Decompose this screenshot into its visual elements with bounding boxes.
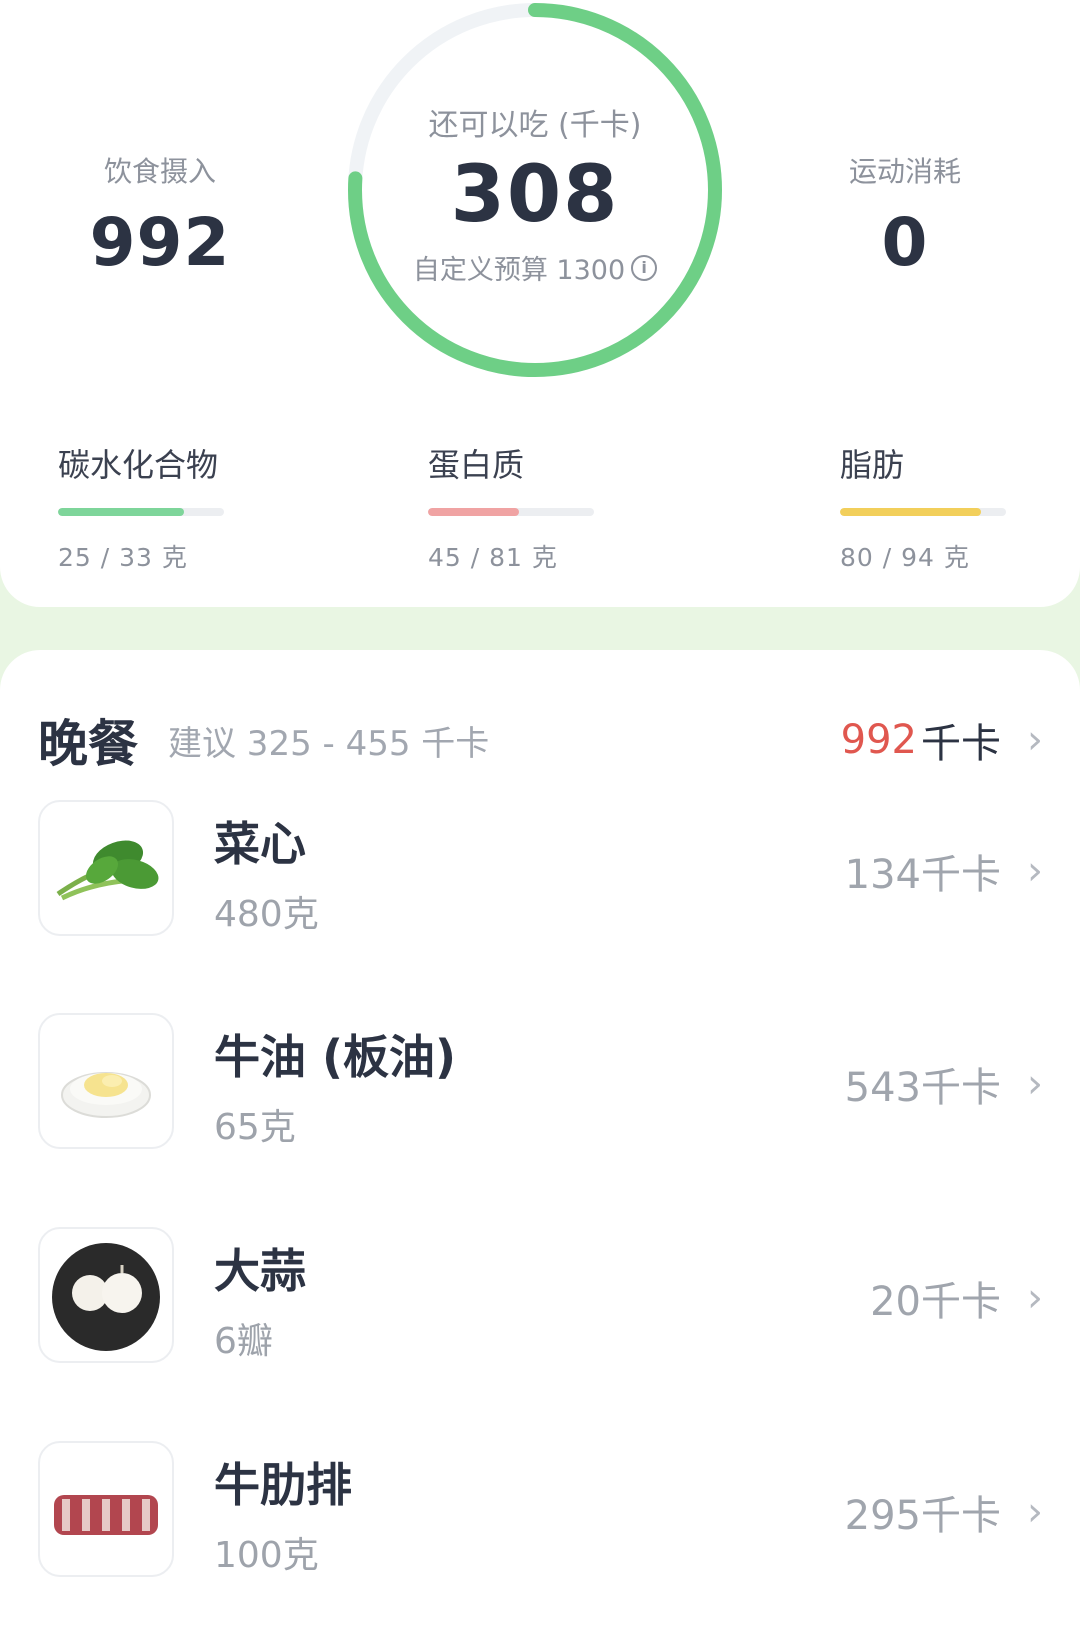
food-calories-value: 134千卡 xyxy=(844,852,1001,898)
food-quantity: 65克 xyxy=(214,1107,296,1148)
macro-name: 蛋白质 xyxy=(428,446,525,484)
macro-amount: 25 / 33 克 xyxy=(58,543,188,572)
macro-progress-bar xyxy=(58,508,224,516)
meal-total-unit: 千卡 xyxy=(921,721,1001,767)
food-quantity: 100克 xyxy=(214,1535,319,1576)
food-calories-value: 295千卡 xyxy=(844,1493,1001,1539)
budget-row[interactable]: 自定义预算 1300 i xyxy=(335,248,735,287)
food-name: 大蒜 xyxy=(214,1244,306,1298)
intake-stat[interactable]: 饮食摄入 992 xyxy=(60,150,260,281)
macro-name: 碳水化合物 xyxy=(58,446,219,484)
chevron-right-icon: › xyxy=(1027,1061,1043,1107)
meal-suggestion: 建议 325 - 455 千卡 xyxy=(168,723,490,764)
intake-label: 饮食摄入 xyxy=(103,155,216,188)
food-quantity: 6瓣 xyxy=(214,1321,273,1362)
food-item[interactable]: 菜心 480克 134千卡 › xyxy=(38,800,1043,936)
chevron-right-icon: › xyxy=(1027,1275,1043,1321)
food-calories[interactable]: 295千卡 › xyxy=(845,1483,1043,1541)
meal-total-value: 992 xyxy=(840,717,917,763)
meal-total[interactable]: 992 千卡 › xyxy=(841,711,1043,769)
chevron-right-icon: › xyxy=(1027,717,1043,763)
macro-protein: 蛋白质 45 / 81 克 xyxy=(428,440,628,574)
macro-fat: 脂肪 80 / 94 克 xyxy=(840,440,1040,574)
food-item[interactable]: 牛肋排 100克 295千卡 › xyxy=(38,1441,1043,1577)
burn-label: 运动消耗 xyxy=(848,155,961,188)
macro-progress-bar xyxy=(428,508,594,516)
macro-name: 脂肪 xyxy=(840,446,905,484)
food-calories-value: 543千卡 xyxy=(844,1065,1001,1111)
food-item[interactable]: 大蒜 6瓣 20千卡 › xyxy=(38,1227,1043,1363)
food-calories[interactable]: 20千卡 › xyxy=(870,1269,1043,1327)
intake-value: 992 xyxy=(89,204,231,281)
food-quantity: 480克 xyxy=(214,894,319,935)
macro-amount: 45 / 81 克 xyxy=(428,543,558,572)
meal-title: 晚餐 xyxy=(38,715,138,773)
burn-value: 0 xyxy=(881,204,929,281)
beef-rib-image xyxy=(38,1441,174,1577)
food-name: 牛肋排 xyxy=(214,1458,352,1512)
remaining-block[interactable]: 还可以吃 (千卡) 308 自定义预算 1300 i xyxy=(335,100,735,287)
garlic-image xyxy=(38,1227,174,1363)
butter-image xyxy=(38,1013,174,1149)
food-calories-value: 20千卡 xyxy=(870,1279,1001,1325)
food-item[interactable]: 牛油 (板油) 65克 543千卡 › xyxy=(38,1013,1043,1149)
food-calories[interactable]: 134千卡 › xyxy=(845,842,1043,900)
chevron-right-icon: › xyxy=(1027,848,1043,894)
meal-header[interactable]: 晚餐 建议 325 - 455 千卡 992 千卡 › xyxy=(38,700,1043,780)
burn-stat[interactable]: 运动消耗 0 xyxy=(805,150,1005,281)
food-name: 牛油 (板油) xyxy=(214,1030,457,1084)
macro-amount: 80 / 94 克 xyxy=(840,543,970,572)
budget-text: 自定义预算 1300 xyxy=(412,255,626,286)
macro-progress-bar xyxy=(840,508,1006,516)
macro-carbs: 碳水化合物 25 / 33 克 xyxy=(58,440,258,574)
macro-progress-fill xyxy=(840,508,982,516)
info-icon[interactable]: i xyxy=(631,254,658,281)
chevron-right-icon: › xyxy=(1027,1489,1043,1535)
macro-progress-fill xyxy=(428,508,520,516)
macro-progress-fill xyxy=(58,508,185,516)
food-name: 菜心 xyxy=(214,817,306,871)
remaining-label: 还可以吃 (千卡) xyxy=(428,108,642,143)
food-calories[interactable]: 543千卡 › xyxy=(845,1055,1043,1113)
choy-sum-image xyxy=(38,800,174,936)
remaining-value: 308 xyxy=(450,150,620,240)
